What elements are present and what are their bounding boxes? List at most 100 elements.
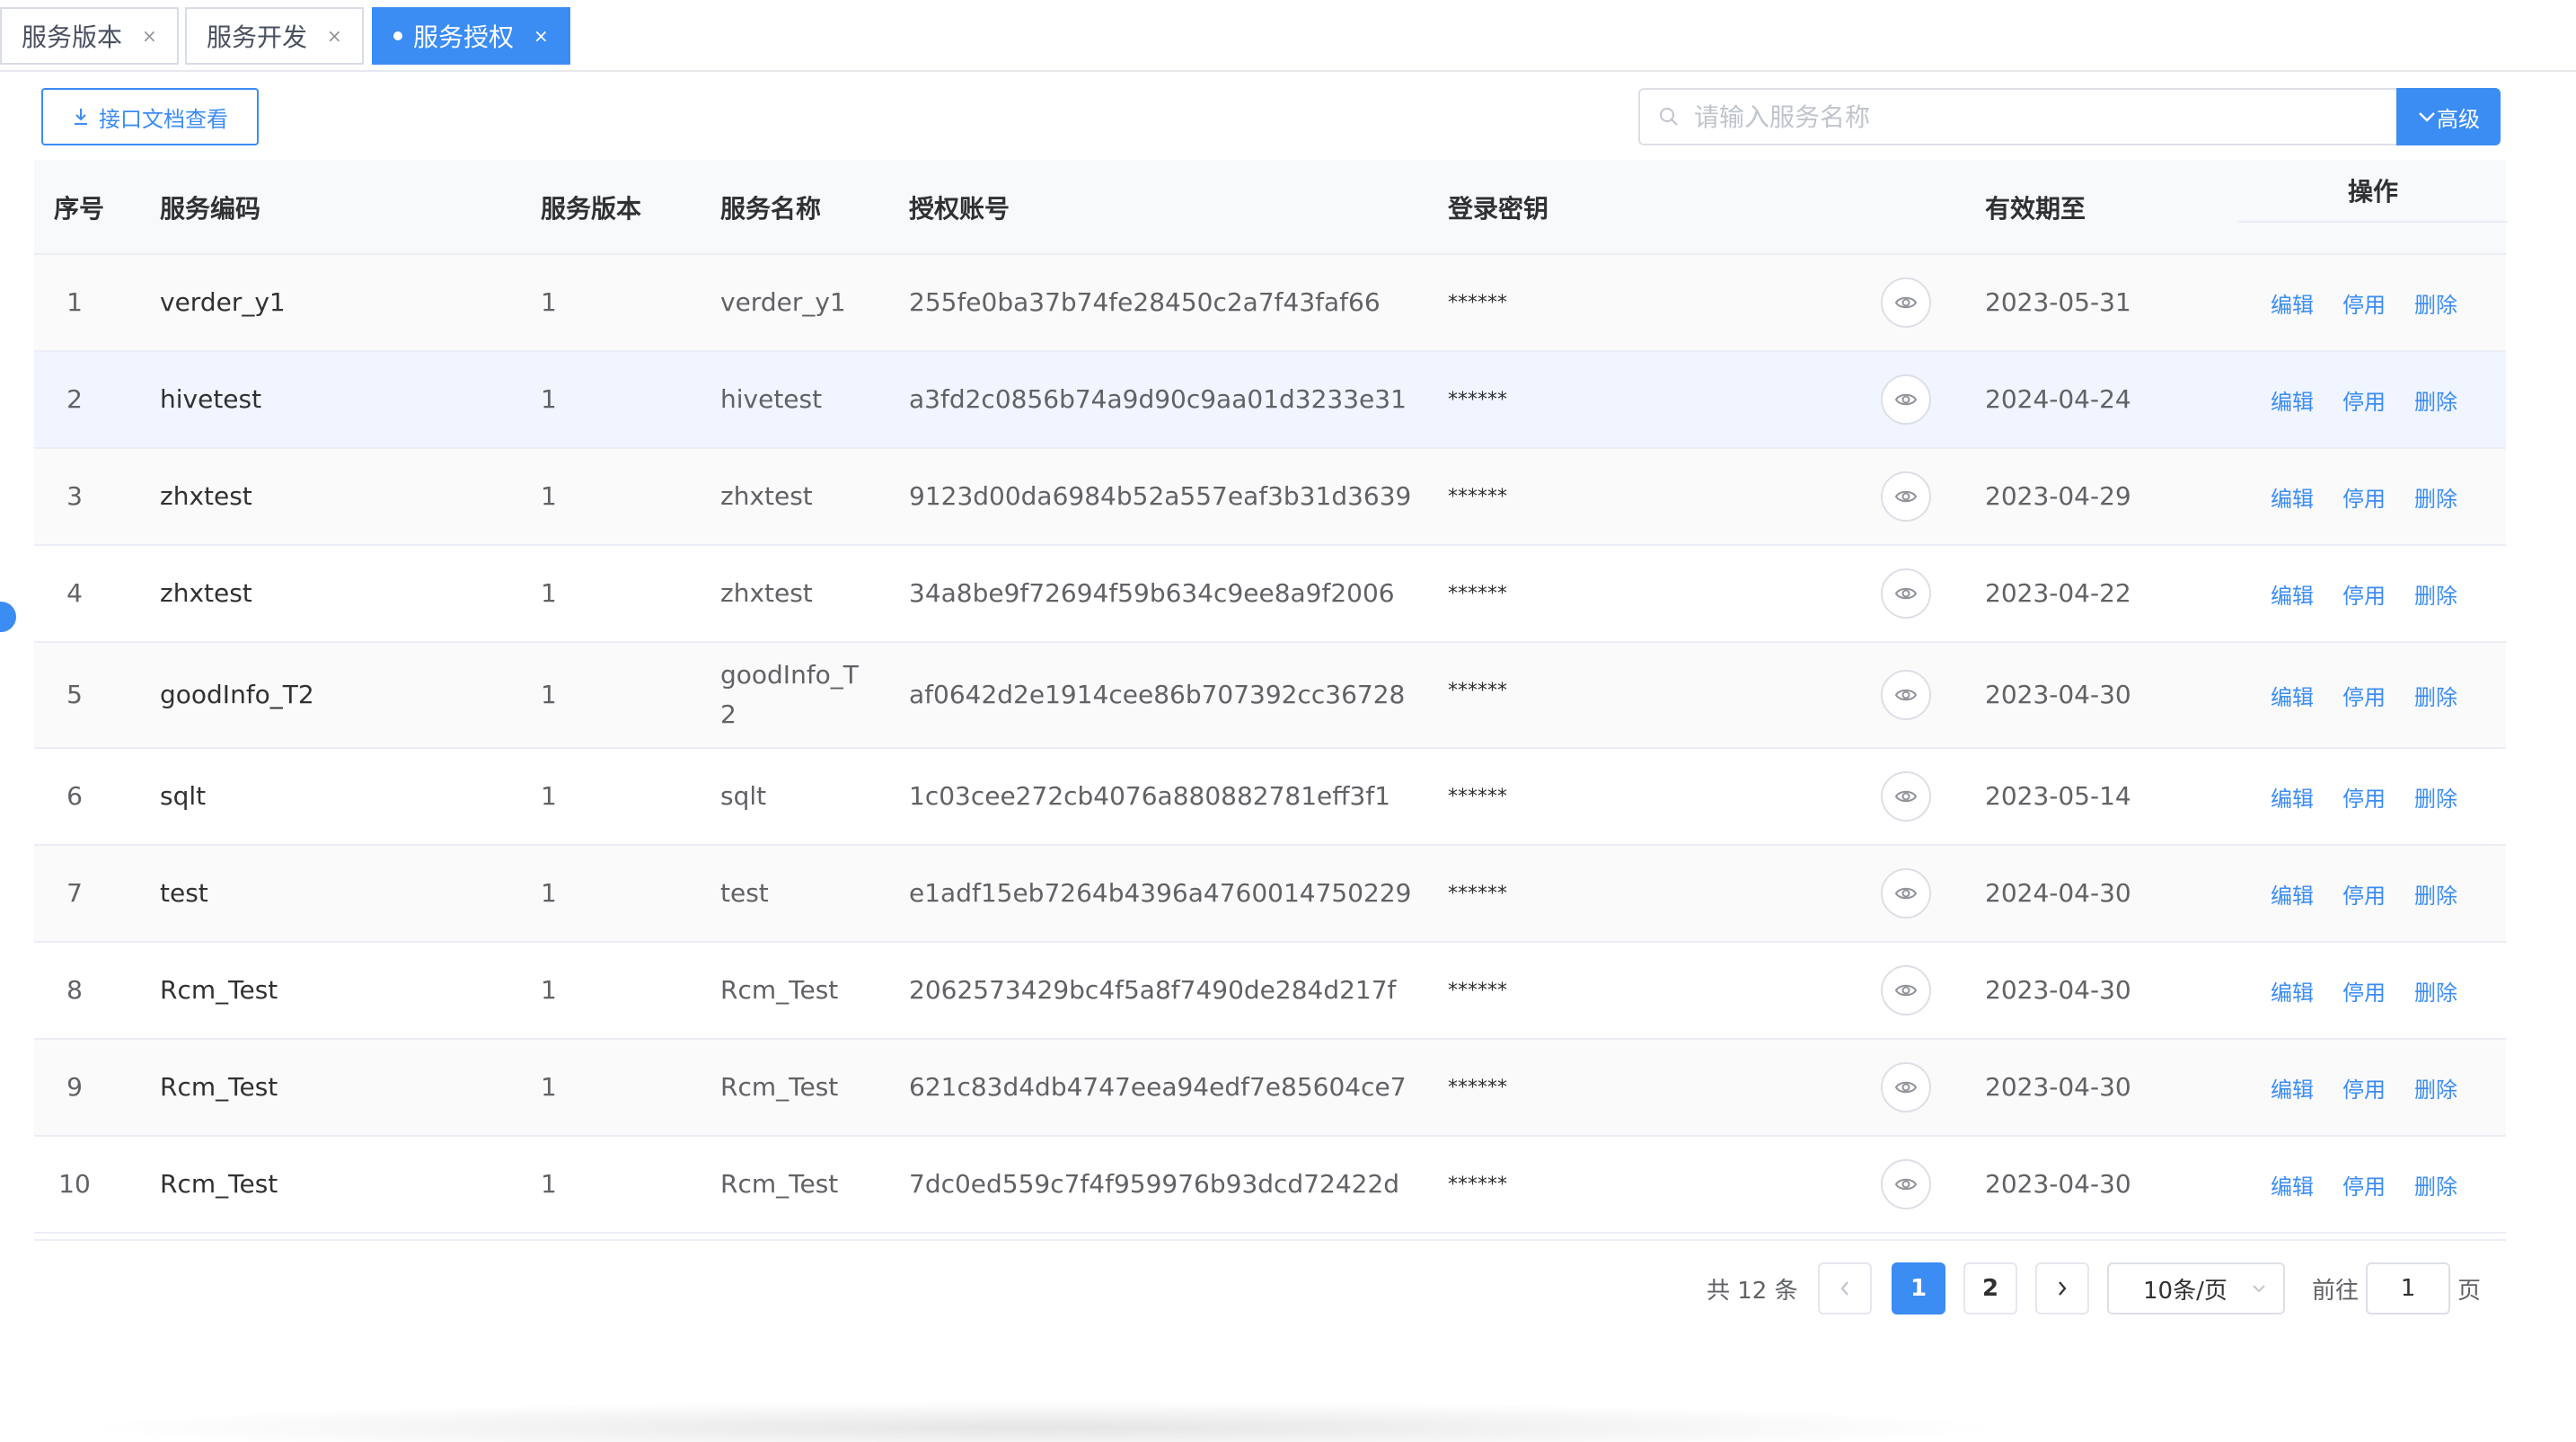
tab-label: 服务版本 — [22, 22, 123, 52]
close-icon[interactable]: × — [327, 25, 342, 47]
service-authorization-page: 服务版本 × 服务开发 × 服务授权 × 接口文档查看 高级 — [0, 0, 2576, 1442]
cell-account: 621c83d4db4747eea94edf7e85604ce7 — [909, 1072, 1407, 1102]
table-row: 5 goodInfo_T2 1 goodInfo_T 2 af0642d2e1914cee… — [34, 643, 2506, 749]
next-page-button[interactable] — [2035, 1262, 2089, 1315]
disable-link[interactable]: 停用 — [2342, 680, 2386, 711]
edit-link[interactable]: 编辑 — [2271, 481, 2314, 513]
header-service-version: 服务版本 — [541, 194, 642, 224]
delete-link[interactable]: 删除 — [2414, 975, 2457, 1007]
delete-link[interactable]: 删除 — [2414, 384, 2457, 416]
show-secret-button[interactable] — [1881, 771, 1931, 822]
disable-link[interactable]: 停用 — [2342, 481, 2386, 513]
advanced-button[interactable]: 高级 — [2396, 88, 2501, 145]
cell-service-name: zhxtest — [720, 481, 813, 511]
show-secret-button[interactable] — [1881, 374, 1931, 425]
delete-link[interactable]: 删除 — [2414, 1169, 2457, 1200]
cell-service-version: 1 — [541, 878, 557, 908]
cell-index: 4 — [66, 578, 83, 608]
page-2-button[interactable]: 2 — [1963, 1262, 2017, 1315]
edit-link[interactable]: 编辑 — [2271, 287, 2314, 319]
delete-link[interactable]: 删除 — [2414, 781, 2457, 813]
edit-link[interactable]: 编辑 — [2271, 1169, 2314, 1200]
cell-service-code: hivetest — [160, 384, 262, 414]
delete-link[interactable]: 删除 — [2414, 1072, 2457, 1103]
disable-link[interactable]: 停用 — [2342, 781, 2386, 813]
tab-service-development[interactable]: 服务开发 × — [185, 7, 364, 65]
cell-expires: 2023-04-30 — [1985, 680, 2131, 709]
cell-service-version: 1 — [541, 287, 557, 317]
row-actions: 编辑 停用 删除 — [2271, 846, 2457, 941]
search-box — [1638, 88, 2396, 145]
cell-service-version: 1 — [541, 975, 557, 1005]
pagination-total: 共 12 条 — [1707, 1277, 1798, 1305]
cell-index: 2 — [66, 384, 83, 414]
disable-link[interactable]: 停用 — [2342, 1169, 2386, 1200]
cell-secret: ****** — [1448, 980, 1507, 1002]
cell-service-code: Rcm_Test — [160, 975, 278, 1005]
cell-service-code: goodInfo_T2 — [160, 680, 314, 709]
disable-link[interactable]: 停用 — [2342, 287, 2386, 319]
show-secret-button[interactable] — [1881, 1062, 1931, 1112]
disable-link[interactable]: 停用 — [2342, 1072, 2386, 1103]
cell-service-name: test — [720, 878, 769, 908]
table-header: 序号 服务编码 服务版本 服务名称 授权账号 登录密钥 有效期至 操作 — [34, 160, 2508, 255]
disable-link[interactable]: 停用 — [2342, 878, 2386, 910]
page-size-select[interactable]: 10条/页 — [2107, 1262, 2285, 1315]
prev-page-button[interactable] — [1818, 1262, 1872, 1315]
search-input[interactable] — [1694, 101, 2377, 132]
edit-link[interactable]: 编辑 — [2271, 781, 2314, 813]
tab-service-authorization[interactable]: 服务授权 × — [372, 7, 570, 65]
cell-service-name-line: goodInfo_T — [720, 660, 859, 690]
show-secret-button[interactable] — [1881, 670, 1931, 720]
disable-link[interactable]: 停用 — [2342, 975, 2386, 1007]
cell-service-code: Rcm_Test — [160, 1072, 278, 1102]
api-doc-button[interactable]: 接口文档查看 — [41, 88, 259, 145]
sidebar-toggle-handle[interactable] — [0, 602, 16, 632]
delete-link[interactable]: 删除 — [2414, 287, 2457, 319]
header-service-code: 服务编码 — [160, 194, 261, 224]
delete-link[interactable]: 删除 — [2414, 878, 2457, 910]
tab-label: 服务开发 — [207, 22, 308, 52]
row-actions: 编辑 停用 删除 — [2271, 749, 2457, 844]
edit-link[interactable]: 编辑 — [2271, 1072, 2314, 1103]
cell-service-code: test — [160, 878, 208, 908]
close-icon[interactable]: × — [534, 25, 549, 47]
cell-secret: ****** — [1448, 786, 1507, 808]
page-1-button[interactable]: 1 — [1892, 1262, 1945, 1315]
eye-icon — [1894, 587, 1918, 600]
cell-account: af0642d2e1914cee86b707392cc36728 — [909, 680, 1406, 709]
close-icon[interactable]: × — [142, 25, 157, 47]
edit-link[interactable]: 编辑 — [2271, 878, 2314, 910]
goto-suffix: 页 — [2457, 1277, 2482, 1305]
cell-service-name: verder_y1 — [720, 287, 846, 317]
edit-link[interactable]: 编辑 — [2271, 680, 2314, 711]
goto-page-input[interactable] — [2366, 1262, 2450, 1315]
cell-service-name: Rcm_Test — [720, 1072, 839, 1102]
edit-link[interactable]: 编辑 — [2271, 578, 2314, 610]
show-secret-button[interactable] — [1881, 568, 1931, 619]
disable-link[interactable]: 停用 — [2342, 578, 2386, 610]
eye-icon — [1894, 689, 1918, 701]
show-secret-button[interactable] — [1881, 277, 1931, 328]
cell-service-code: Rcm_Test — [160, 1169, 278, 1199]
cell-index: 10 — [58, 1169, 91, 1199]
header-secret: 登录密钥 — [1448, 194, 1549, 224]
show-secret-button[interactable] — [1881, 471, 1931, 522]
row-actions: 编辑 停用 删除 — [2271, 255, 2457, 350]
show-secret-button[interactable] — [1881, 868, 1931, 919]
disable-link[interactable]: 停用 — [2342, 384, 2386, 416]
delete-link[interactable]: 删除 — [2414, 680, 2457, 711]
chevron-down-icon — [2253, 1285, 2265, 1293]
table-row: 1 verder_y1 1 verder_y1 255fe0ba37b74fe28450… — [34, 255, 2506, 352]
bottom-shadow — [72, 1401, 2012, 1442]
table-body: 1 verder_y1 1 verder_y1 255fe0ba37b74fe28450… — [34, 255, 2506, 1234]
edit-link[interactable]: 编辑 — [2271, 975, 2314, 1007]
edit-link[interactable]: 编辑 — [2271, 384, 2314, 416]
delete-link[interactable]: 删除 — [2414, 481, 2457, 513]
show-secret-button[interactable] — [1881, 965, 1931, 1016]
table-row: 2 hivetest 1 hivetest a3fd2c0856b74a9d90c9aa… — [34, 352, 2506, 449]
delete-link[interactable]: 删除 — [2414, 578, 2457, 610]
tab-service-version[interactable]: 服务版本 × — [0, 7, 179, 65]
cell-service-code: zhxtest — [160, 481, 252, 511]
show-secret-button[interactable] — [1881, 1159, 1931, 1209]
